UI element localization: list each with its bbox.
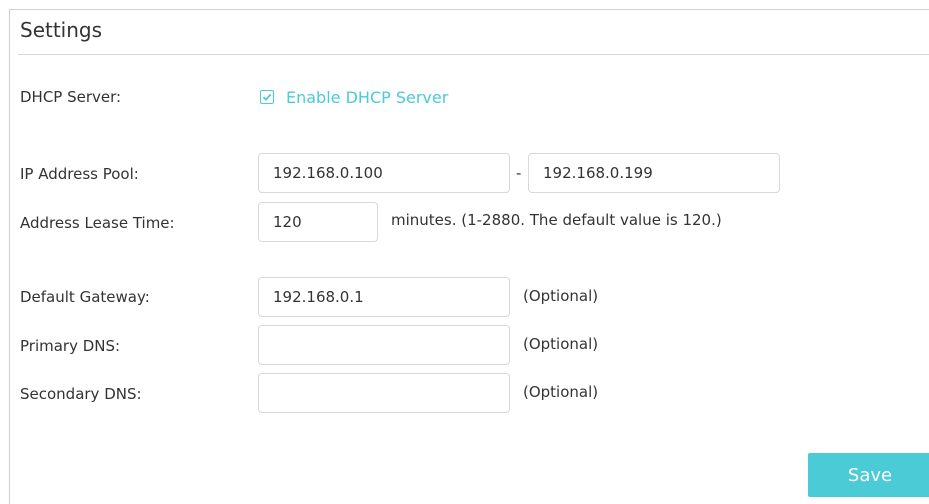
secondary-dns-optional-note: (Optional) [523, 383, 599, 401]
lease-time-label: Address Lease Time: [20, 214, 175, 232]
lease-time-note: minutes. (1-2880. The default value is 1… [391, 211, 722, 229]
default-gateway-optional-note: (Optional) [523, 287, 599, 305]
secondary-dns-input[interactable] [258, 373, 510, 413]
ip-pool-end-input[interactable] [528, 153, 780, 193]
title-divider [18, 54, 929, 55]
default-gateway-label: Default Gateway: [20, 288, 150, 306]
default-gateway-input[interactable] [258, 277, 510, 317]
lease-time-input[interactable] [258, 202, 378, 242]
dhcp-server-label: DHCP Server: [20, 88, 122, 106]
ip-pool-label: IP Address Pool: [20, 165, 139, 183]
settings-panel [9, 9, 929, 504]
panel-title: Settings [20, 18, 103, 42]
checkmark-icon [262, 93, 272, 101]
ip-pool-start-input[interactable] [258, 153, 510, 193]
enable-dhcp-label[interactable]: Enable DHCP Server [286, 88, 448, 107]
enable-dhcp-checkbox[interactable] [260, 90, 274, 104]
primary-dns-input[interactable] [258, 325, 510, 365]
ip-pool-separator: - [516, 164, 522, 182]
primary-dns-optional-note: (Optional) [523, 335, 599, 353]
secondary-dns-label: Secondary DNS: [20, 385, 142, 403]
primary-dns-label: Primary DNS: [20, 337, 121, 355]
save-button[interactable]: Save [808, 453, 929, 497]
